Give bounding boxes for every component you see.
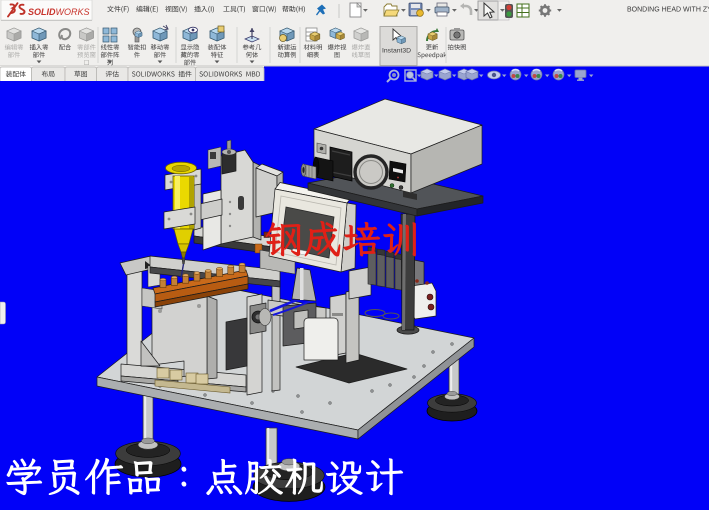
svg-text:SOLIDWORKS: SOLIDWORKS: [28, 7, 90, 17]
svg-text:Instant3D: Instant3D: [382, 48, 411, 55]
svg-text:BONDING HEAD WITH ZYZ: BONDING HEAD WITH ZYZ: [627, 7, 709, 14]
